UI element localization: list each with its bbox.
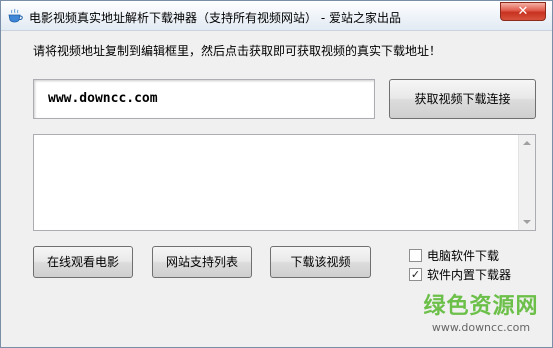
get-download-link-button[interactable]: 获取视频下载连接 <box>389 79 536 119</box>
watch-online-button[interactable]: 在线观看电影 <box>33 246 133 278</box>
pc-download-label: 电脑软件下载 <box>427 249 500 263</box>
title-bar: 电影视频真实地址解析下载神器（支持所有视频网站） - 爱站之家出品 ✕ <box>1 1 552 31</box>
close-icon: ✕ <box>517 4 529 19</box>
watermark-url: www.downcc.com <box>431 321 531 334</box>
pc-download-option[interactable]: 电脑软件下载 <box>409 247 499 264</box>
url-input[interactable]: www.downcc.com <box>33 79 375 119</box>
window-title: 电影视频真实地址解析下载神器（支持所有视频网站） - 爱站之家出品 <box>29 11 401 25</box>
vertical-scrollbar[interactable] <box>518 135 535 230</box>
builtin-downloader-option[interactable]: ✓ 软件内置下载器 <box>409 266 511 283</box>
teacup-icon <box>7 8 23 24</box>
scroll-down-icon[interactable] <box>523 220 531 224</box>
scroll-up-icon[interactable] <box>523 141 531 145</box>
watermark-title: 绿色资源网 <box>423 294 539 319</box>
instruction-text: 请将视频地址复制到编辑框里，然后点击获取即可获取视频的真实下载地址！ <box>33 44 442 58</box>
close-button[interactable]: ✕ <box>500 2 546 21</box>
result-textarea[interactable] <box>33 134 536 231</box>
builtin-downloader-checkbox[interactable]: ✓ <box>409 268 422 281</box>
supported-sites-button[interactable]: 网站支持列表 <box>152 246 252 278</box>
app-window: 电影视频真实地址解析下载神器（支持所有视频网站） - 爱站之家出品 ✕ 请将视频… <box>0 0 553 348</box>
pc-download-checkbox[interactable] <box>409 249 422 262</box>
builtin-downloader-label: 软件内置下载器 <box>427 268 512 282</box>
download-video-button[interactable]: 下载该视频 <box>270 246 371 278</box>
watermark-logo: 绿色资源网 www.downcc.com <box>411 294 551 334</box>
